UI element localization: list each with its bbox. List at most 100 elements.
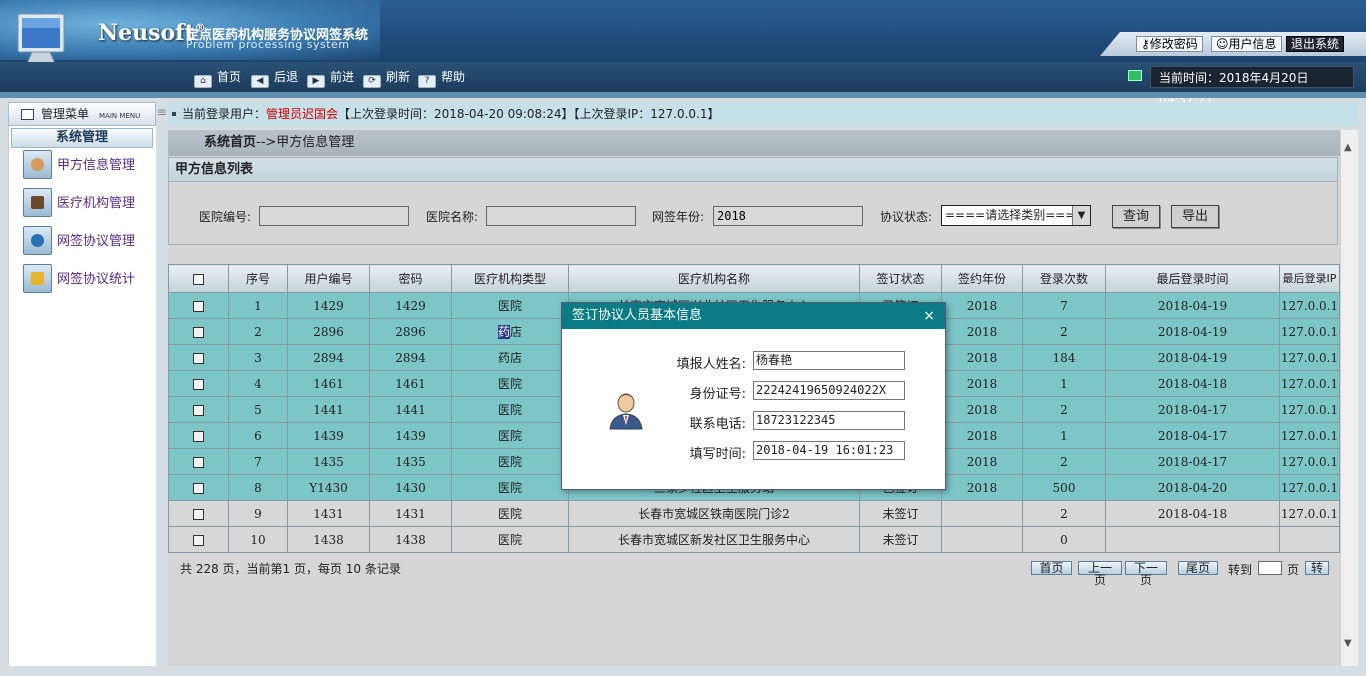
pager-last-button[interactable]: 尾页 [1178,561,1218,575]
sidebar-toggle-icon[interactable]: ≡ [156,102,168,126]
scroll-up-icon[interactable]: ▲ [1344,142,1352,153]
query-button[interactable]: 查询 [1112,205,1160,228]
breadcrumb-home[interactable]: 系统首页 [204,135,256,150]
table-row[interactable]: 10 1438 1438 医院 长春市宽城区新发社区卫生服务中心 未签订 0 [168,526,1340,553]
select-all-checkbox[interactable] [193,273,204,285]
sidebar-item-statistics[interactable]: 网签协议统计 [23,264,155,296]
sidebar-item-party-a[interactable]: 甲方信息管理 [23,150,155,182]
row-checkbox[interactable] [193,404,204,416]
cell-status: 未签订 [859,526,942,553]
agreement-status-select[interactable]: ====请选择类别==== ▼ [941,205,1091,226]
cell-year: 2018 [941,370,1023,397]
cell-last-ip: 127.0.0.1 [1279,448,1340,475]
cell-index: 7 [228,448,288,475]
cell-password: 1438 [369,526,452,553]
cell-text: 1441 [313,402,344,417]
cell-text: 药店 [497,325,523,339]
pager-page-input[interactable] [1258,561,1282,575]
cell-user-code: 1429 [287,292,370,319]
scroll-down-icon[interactable]: ▼ [1344,638,1352,649]
pager-summary: 共 228 页，当前第1 页，每页 10 条记录 [180,562,401,576]
row-checkbox-cell[interactable] [168,344,229,371]
cell-text: 1 [1060,376,1068,391]
pager-first-button[interactable]: 首页 [1031,561,1072,575]
cell-text: 2896 [313,324,344,339]
hospital-name-input[interactable] [486,206,636,226]
key-icon: ⚷ [1141,37,1150,51]
cell-login-count: 2 [1022,318,1106,345]
row-checkbox[interactable] [193,326,204,338]
row-checkbox[interactable] [193,352,204,364]
cell-year: 2018 [941,292,1023,319]
fill-time-field[interactable]: 2018-04-19 16:01:23 [753,441,905,460]
col-header-login-count: 登录次数 [1022,264,1106,293]
pager-page-unit: 页 [1287,563,1300,577]
vertical-scrollbar[interactable]: ▲ ▼ [1340,130,1358,666]
pager-next-button[interactable]: 下一页 [1125,561,1167,586]
row-checkbox[interactable] [193,534,204,546]
cell-password: 1431 [369,500,452,527]
nav-refresh-button[interactable]: ⟳ 刷新 [363,69,410,88]
row-checkbox-cell[interactable] [168,474,229,501]
pager-go-button[interactable]: 转 [1305,561,1329,575]
cell-user-code: 2896 [287,318,370,345]
cell-type: 药店 [451,318,569,345]
id-number-field[interactable]: 22242419650924022X [753,381,905,400]
hospital-code-input[interactable] [259,206,409,226]
table-row[interactable]: 9 1431 1431 医院 长春市宽城区铁南医院门诊2 未签订 2 2018-04-18 12… [168,500,1340,527]
nav-forward-button[interactable]: ▶ 前进 [307,69,354,88]
row-checkbox[interactable] [193,482,204,494]
cell-text: 1 [1060,428,1068,443]
sign-year-input[interactable] [713,206,863,226]
change-password-button[interactable]: ⚷修改密码 [1136,36,1203,52]
cell-text: 10 [250,532,266,547]
nav-help-button[interactable]: ? 帮助 [418,69,465,88]
row-checkbox-cell[interactable] [168,500,229,527]
row-checkbox-cell[interactable] [168,422,229,449]
signer-name-field[interactable]: 杨春艳 [753,351,905,370]
row-checkbox[interactable] [193,378,204,390]
select-all-checkbox-cell[interactable] [168,264,229,293]
row-checkbox-cell[interactable] [168,448,229,475]
row-checkbox[interactable] [193,508,204,520]
sidebar-section-system[interactable]: 系统管理 [11,128,153,148]
row-checkbox-cell[interactable] [168,318,229,345]
cell-login-count: 2 [1022,448,1106,475]
row-checkbox-cell[interactable] [168,370,229,397]
row-checkbox[interactable] [193,430,204,442]
col-header-password: 密码 [369,264,452,293]
cell-last-ip: 127.0.0.1 [1279,318,1340,345]
nav-home-button[interactable]: ⌂ 首页 [194,69,241,88]
col-header-status: 签订状态 [859,264,942,293]
logout-button[interactable]: 退出系统 [1286,36,1345,52]
agreement-icon [23,226,52,255]
cell-text: 127.0.0.1 [1280,428,1339,443]
cell-text: 2018-04-18 [1157,506,1228,521]
cell-index: 4 [228,370,288,397]
sidebar-item-agreement[interactable]: 网签协议管理 [23,226,155,258]
cell-last-ip: 127.0.0.1 [1279,474,1340,501]
pager-prev-button[interactable]: 上一页 [1078,561,1122,586]
cell-last-login: 2018-04-19 [1105,318,1280,345]
sidebar-splitter[interactable] [156,126,168,666]
row-checkbox-cell[interactable] [168,526,229,553]
cell-year [941,526,1023,553]
chevron-down-icon[interactable]: ▼ [1072,206,1090,225]
cell-login-count: 0 [1022,526,1106,553]
cell-text: 2018-04-18 [1157,376,1228,391]
export-button[interactable]: 导出 [1171,205,1219,228]
fill-time-label: 填写时间: [689,447,746,462]
phone-field[interactable]: 18723122345 [753,411,905,430]
sidebar-item-institution[interactable]: 医疗机构管理 [23,188,155,220]
close-icon[interactable]: × [923,303,935,329]
row-checkbox-cell[interactable] [168,396,229,423]
row-checkbox[interactable] [193,456,204,468]
cell-text: 127.0.0.1 [1280,350,1339,365]
cell-last-ip: 127.0.0.1 [1279,344,1340,371]
row-checkbox-cell[interactable] [168,292,229,319]
user-info-button[interactable]: ☺用户信息 [1211,36,1282,52]
row-checkbox[interactable] [193,300,204,312]
cell-user-code: 1439 [287,422,370,449]
breadcrumb: 系统首页-->甲方信息管理 [168,130,1340,156]
nav-back-button[interactable]: ◀ 后退 [251,69,298,88]
